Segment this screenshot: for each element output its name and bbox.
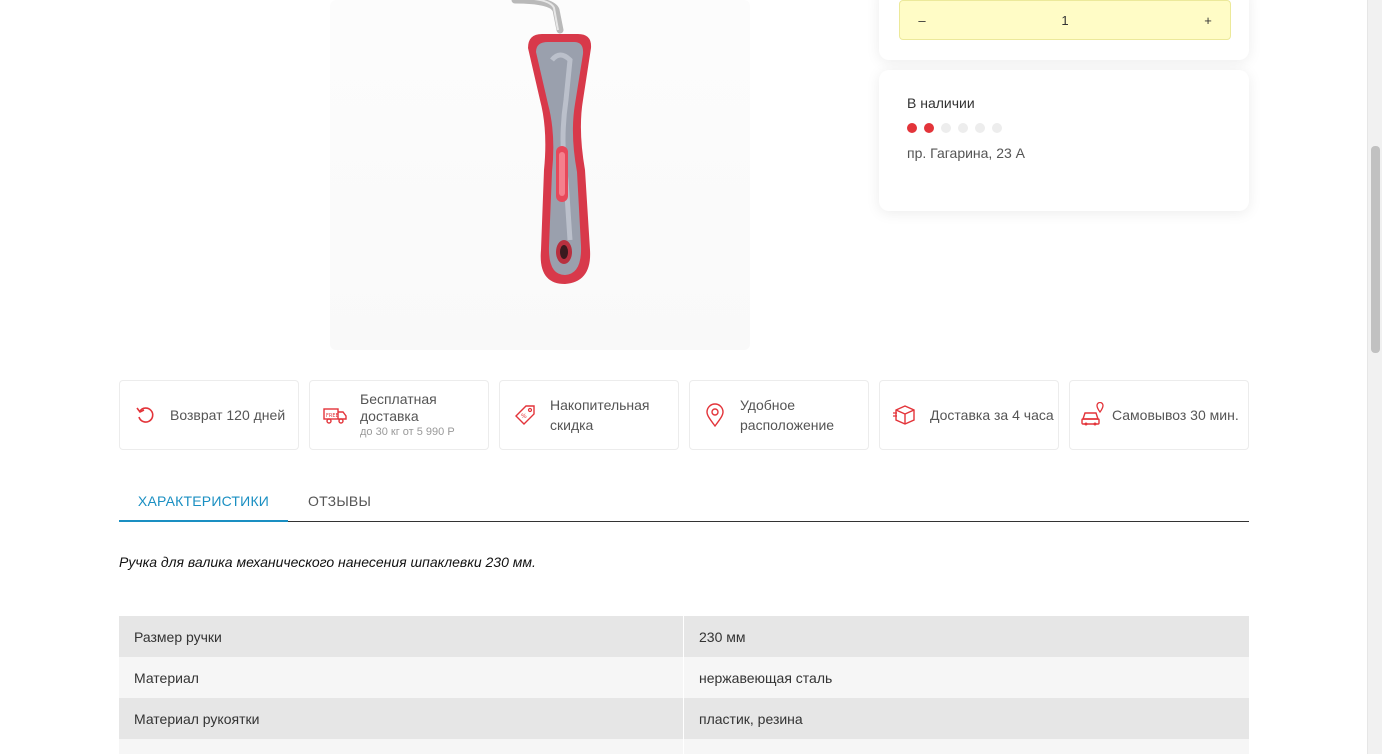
quantity-value[interactable]: 1 xyxy=(1061,13,1068,28)
feature-return[interactable]: Возврат 120 дней xyxy=(119,380,299,450)
spec-value: нержавеющая сталь xyxy=(699,670,833,686)
feature-discount[interactable]: % Накопительная скидка xyxy=(499,380,679,450)
feature-fast-delivery[interactable]: Доставка за 4 часа xyxy=(879,380,1059,450)
stock-level-dot xyxy=(992,123,1002,133)
store-address[interactable]: пр. Гагарина, 23 А xyxy=(907,145,1025,161)
roller-handle-illustration xyxy=(511,0,592,284)
svg-text:%: % xyxy=(521,413,527,420)
spec-key: Материал рукоятки xyxy=(119,698,684,739)
feature-pickup[interactable]: Самовывоз 30 мин. xyxy=(1069,380,1249,450)
tab-characteristics[interactable]: Характеристики xyxy=(119,482,288,522)
stock-level-indicator xyxy=(907,123,1002,133)
svg-text:FREE: FREE xyxy=(326,413,339,419)
spec-value: пластик, резина xyxy=(699,711,803,727)
table-row: Размер ручки 230 мм xyxy=(119,616,1249,657)
product-tabs: Характеристики Отзывы xyxy=(119,482,1249,522)
spec-key: Размер ручки xyxy=(119,616,684,657)
spec-value xyxy=(684,739,1249,754)
return-arrow-icon xyxy=(132,402,158,428)
location-pin-icon xyxy=(702,402,728,428)
stock-level-dot xyxy=(907,123,917,133)
spec-key: Материал xyxy=(119,657,684,698)
scrollbar-thumb[interactable] xyxy=(1371,146,1380,353)
spec-key xyxy=(119,739,684,754)
feature-label: Удобное расположение xyxy=(740,397,835,433)
stock-level-dot xyxy=(924,123,934,133)
feature-delivery[interactable]: FREE Бесплатная доставка до 30 кг от 5 9… xyxy=(309,380,489,450)
table-row: Материал нержавеющая сталь xyxy=(119,657,1249,698)
feature-label: Возврат 120 дней xyxy=(170,407,286,423)
quantity-decrease-button[interactable]: – xyxy=(914,13,930,28)
table-row: Материал рукоятки пластик, резина xyxy=(119,698,1249,739)
feature-label: Накопительная скидка xyxy=(550,397,650,433)
product-page: – 1 + В наличии пр. Гагарина, 23 А Возвр… xyxy=(0,0,1382,754)
feature-label: Самовывоз 30 мин. xyxy=(1112,407,1239,423)
car-pickup-icon xyxy=(1080,402,1106,428)
product-description: Ручка для валика механического нанесения… xyxy=(119,554,536,570)
page-scrollbar[interactable] xyxy=(1367,0,1382,754)
discount-tag-icon: % xyxy=(512,402,538,428)
feature-sublabel: до 30 кг от 5 990 Р xyxy=(360,426,455,438)
stock-level-dot xyxy=(941,123,951,133)
quantity-stepper: – 1 + xyxy=(899,0,1231,40)
stock-card: В наличии пр. Гагарина, 23 А xyxy=(879,70,1249,211)
quantity-card: – 1 + xyxy=(879,0,1249,60)
quantity-increase-button[interactable]: + xyxy=(1200,13,1216,28)
stock-level-dot xyxy=(958,123,968,133)
feature-label: Доставка за 4 часа xyxy=(930,407,1054,423)
feature-label: Бесплатная доставка xyxy=(360,391,437,424)
table-row xyxy=(119,739,1249,754)
stock-status: В наличии xyxy=(907,95,975,111)
tab-reviews[interactable]: Отзывы xyxy=(308,482,371,522)
stock-level-dot xyxy=(975,123,985,133)
delivery-truck-icon: FREE xyxy=(322,402,348,428)
spec-value: 230 мм xyxy=(699,629,746,645)
product-image xyxy=(290,0,790,355)
specs-table: Размер ручки 230 мм Материал нержавеющая ст… xyxy=(119,616,1249,754)
feature-location[interactable]: Удобное расположение xyxy=(689,380,869,450)
box-icon xyxy=(892,402,918,428)
